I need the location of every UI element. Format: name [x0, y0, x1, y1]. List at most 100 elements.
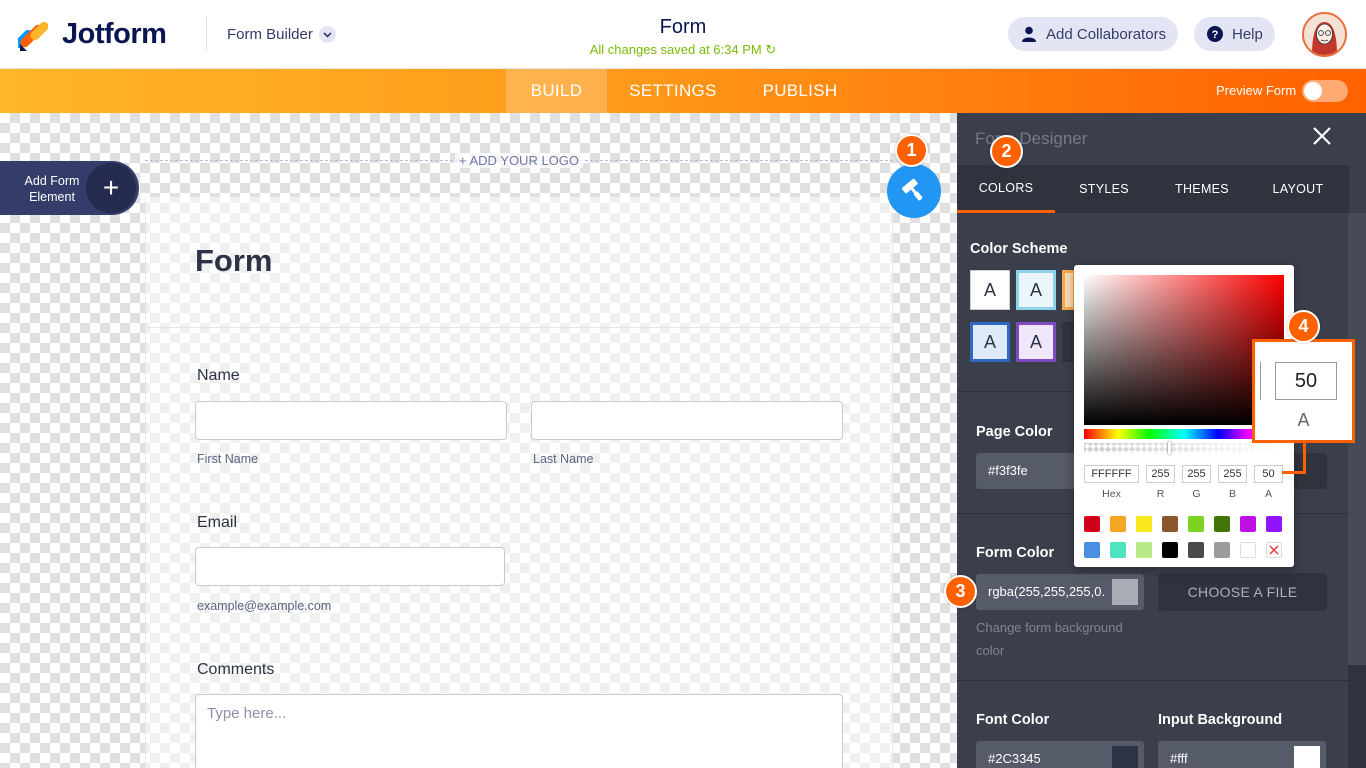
- choose-file-button[interactable]: CHOOSE A FILE: [1158, 573, 1327, 611]
- comments-placeholder: Type here...: [207, 705, 287, 722]
- form-color-preview[interactable]: [1106, 574, 1144, 610]
- heading-divider: [146, 327, 892, 328]
- plus-icon: +: [86, 163, 136, 213]
- refresh-icon: ↻: [765, 42, 777, 57]
- color-scheme-title: Color Scheme: [970, 241, 1068, 257]
- toggle-knob: [1304, 82, 1322, 100]
- alpha-slider[interactable]: [1084, 443, 1284, 453]
- tab-publish[interactable]: PUBLISH: [752, 69, 848, 113]
- form-color-label: Form Color: [976, 545, 1055, 561]
- alpha-zoom-callout: 50 A: [1252, 339, 1355, 443]
- form-canvas: + ADD YOUR LOGO Add Form Element + Form …: [0, 113, 957, 768]
- close-icon[interactable]: [1311, 125, 1333, 147]
- add-form-element-label: Add Form Element: [24, 174, 80, 204]
- step-badge-4: 4: [1287, 310, 1320, 343]
- form-color-input[interactable]: rgba(255,255,255,0.5): [976, 574, 1106, 610]
- alpha-zoom-label: A: [1297, 410, 1310, 430]
- no-color-swatch[interactable]: [1266, 542, 1282, 558]
- form-designer-button[interactable]: [887, 164, 941, 218]
- email-label: Email: [197, 514, 238, 531]
- add-logo-link[interactable]: + ADD YOUR LOGO: [145, 153, 893, 168]
- hex-label: Hex: [1102, 488, 1121, 500]
- preset-color-swatch[interactable]: [1084, 542, 1100, 558]
- red-label: R: [1156, 488, 1165, 500]
- preset-color-swatch[interactable]: [1188, 516, 1204, 532]
- input-background-label: Input Background: [1158, 712, 1283, 728]
- designer-tabs: COLORS STYLES THEMES LAYOUT: [957, 165, 1349, 213]
- callout-connector: [1282, 441, 1306, 474]
- name-label: Name: [197, 367, 240, 384]
- tab-styles[interactable]: STYLES: [1055, 165, 1153, 213]
- green-label: G: [1192, 488, 1201, 500]
- hex-input[interactable]: FFFFFF: [1084, 465, 1139, 483]
- preview-form-label: Preview Form: [1216, 83, 1297, 98]
- step-badge-2: 2: [990, 135, 1023, 168]
- alpha-zoom-value: 50: [1275, 362, 1337, 400]
- comments-textarea[interactable]: Type here...: [195, 694, 843, 768]
- tab-colors[interactable]: COLORS: [957, 165, 1055, 213]
- tab-themes[interactable]: THEMES: [1153, 165, 1251, 213]
- user-avatar[interactable]: [1302, 12, 1347, 57]
- first-name-input[interactable]: [195, 401, 507, 440]
- scheme-swatch-white[interactable]: A: [970, 270, 1010, 310]
- font-color-input[interactable]: #2C3345: [976, 741, 1106, 768]
- input-background-preview[interactable]: [1288, 741, 1326, 768]
- paint-roller-icon: [902, 178, 923, 201]
- user-icon: [1020, 25, 1038, 43]
- first-name-sublabel: First Name: [197, 452, 259, 466]
- add-collaborators-label: Add Collaborators: [1046, 25, 1167, 43]
- scheme-swatch-purple[interactable]: A: [1016, 322, 1056, 362]
- red-input[interactable]: 255: [1146, 465, 1175, 483]
- email-sublabel: example@example.com: [197, 599, 332, 613]
- tab-build[interactable]: BUILD: [506, 69, 607, 113]
- add-collaborators-button[interactable]: Add Collaborators: [1008, 17, 1179, 51]
- preset-color-swatch[interactable]: [1136, 542, 1152, 558]
- preset-color-swatch[interactable]: [1162, 542, 1178, 558]
- help-icon: ?: [1206, 25, 1224, 43]
- alpha-input[interactable]: 50: [1254, 465, 1283, 483]
- preset-color-swatch[interactable]: [1266, 516, 1282, 532]
- svg-text:?: ?: [1212, 29, 1219, 41]
- font-color-label: Font Color: [976, 712, 1050, 728]
- preset-color-swatch[interactable]: [1240, 516, 1256, 532]
- add-logo-text: + ADD YOUR LOGO: [454, 153, 584, 168]
- comments-label: Comments: [197, 661, 275, 678]
- tab-layout[interactable]: LAYOUT: [1249, 165, 1347, 213]
- zoom-field-edge: [1255, 362, 1261, 400]
- preset-color-swatch[interactable]: [1214, 516, 1230, 532]
- preset-color-swatch[interactable]: [1162, 516, 1178, 532]
- add-form-element-button[interactable]: Add Form Element +: [0, 161, 139, 215]
- form-color-help: Change form background color: [976, 620, 1123, 658]
- input-background-input[interactable]: #fff: [1158, 741, 1288, 768]
- top-header: Jotform Form Builder Form All changes sa…: [0, 0, 1366, 69]
- last-name-input[interactable]: [531, 401, 843, 440]
- preset-color-swatch[interactable]: [1240, 542, 1256, 558]
- blue-input[interactable]: 255: [1218, 465, 1247, 483]
- email-input[interactable]: [195, 547, 505, 586]
- preview-form-toggle[interactable]: [1302, 80, 1348, 102]
- builder-nav: BUILD SETTINGS PUBLISH Preview Form: [0, 69, 1366, 113]
- tab-settings[interactable]: SETTINGS: [620, 69, 726, 113]
- preset-color-swatch[interactable]: [1214, 542, 1230, 558]
- help-button[interactable]: ? Help: [1194, 17, 1275, 51]
- alpha-slider-handle[interactable]: [1168, 442, 1171, 454]
- form-card: Form Name First Name Last Name Email exa…: [145, 197, 893, 768]
- preset-color-swatch[interactable]: [1136, 516, 1152, 532]
- scheme-swatch-aqua[interactable]: A: [1016, 270, 1056, 310]
- alpha-label: A: [1264, 488, 1272, 500]
- form-heading[interactable]: Form: [195, 243, 273, 279]
- page-color-input[interactable]: #f3f3fe: [976, 453, 1076, 489]
- preset-color-swatch[interactable]: [1084, 516, 1100, 532]
- preset-color-swatch[interactable]: [1110, 516, 1126, 532]
- scheme-swatch-blue[interactable]: A: [970, 322, 1010, 362]
- preset-color-swatch[interactable]: [1110, 542, 1126, 558]
- step-badge-1: 1: [895, 134, 928, 167]
- save-status-text: All changes saved at 6:34 PM: [589, 42, 762, 57]
- page-color-label: Page Color: [976, 424, 1053, 440]
- blue-label: B: [1228, 488, 1236, 500]
- font-color-preview[interactable]: [1106, 741, 1144, 768]
- last-name-sublabel: Last Name: [533, 452, 594, 466]
- section-divider: [957, 680, 1349, 681]
- preset-color-swatch[interactable]: [1188, 542, 1204, 558]
- green-input[interactable]: 255: [1182, 465, 1211, 483]
